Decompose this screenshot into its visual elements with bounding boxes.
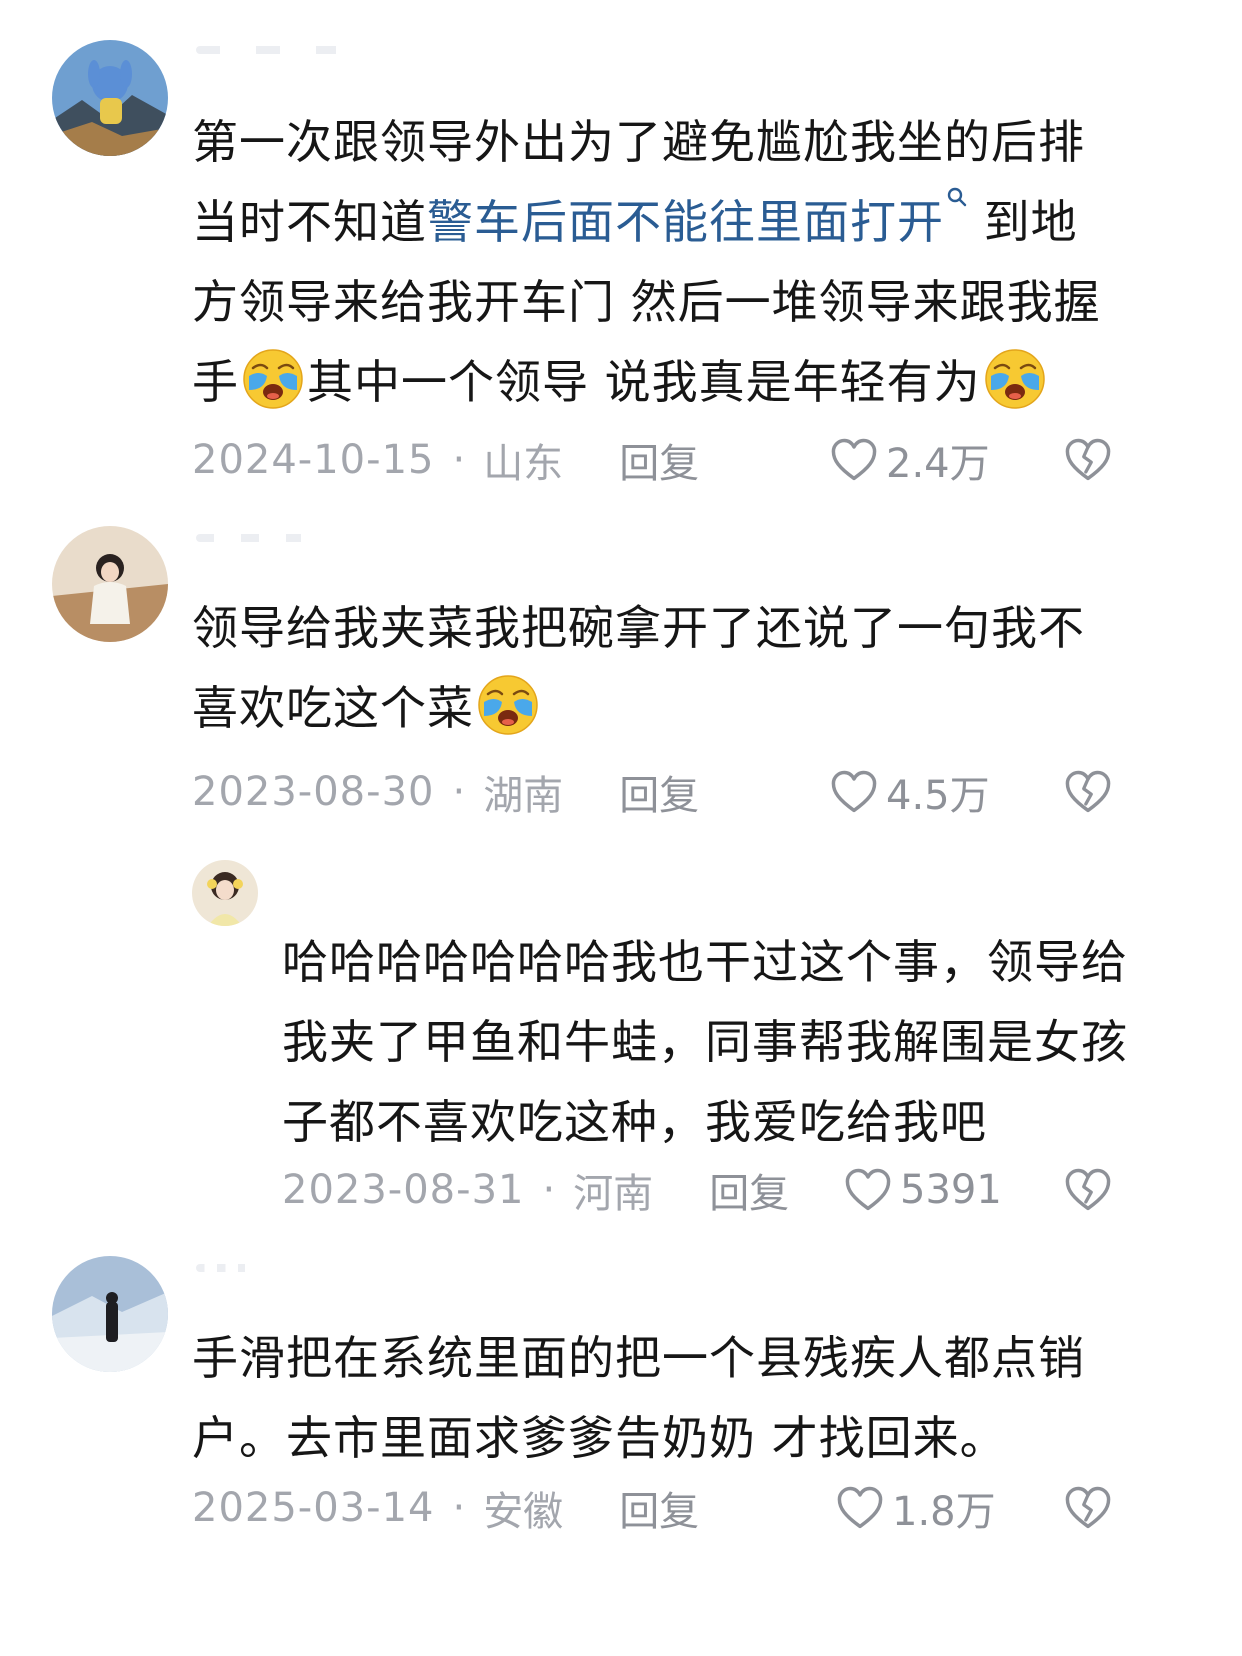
username[interactable] [196, 46, 396, 54]
comment-text-end: 其中一个领导 说我真是年轻有为 [307, 355, 981, 409]
like-count: 2.4万 [886, 441, 990, 487]
separator-dot: · [452, 437, 466, 483]
avatar[interactable] [52, 40, 168, 156]
like-button[interactable]: 1.8万 [834, 1480, 996, 1536]
comment-date: 2023-08-30 [192, 769, 435, 815]
avatar-image [52, 40, 168, 156]
comment-1: 第一次跟领导外出为了避免尴尬我坐的后排当时不知道警车后面不能往里面打开 到地方领… [0, 0, 1242, 510]
dislike-button[interactable] [1062, 1482, 1114, 1538]
comment-location: 安徽 [483, 1489, 564, 1535]
comment-location: 河南 [573, 1171, 654, 1217]
username[interactable] [196, 1264, 266, 1272]
heart-icon [828, 434, 880, 486]
broken-heart-icon [1062, 766, 1114, 818]
broken-heart-icon [1062, 1164, 1114, 1216]
comment-text: 手滑把在系统里面的把一个县残疾人都点销户。去市里面求爹爹告奶奶 才找回来。 [192, 1318, 1122, 1478]
separator-dot: · [452, 1485, 466, 1531]
comment-meta: 2025-03-14 · 安徽 回复 [192, 1480, 699, 1536]
comment-text: 第一次跟领导外出为了避免尴尬我坐的后排当时不知道警车后面不能往里面打开 到地方领… [192, 102, 1122, 422]
heart-icon [828, 766, 880, 818]
comment-2: 领导给我夹菜我把碗拿开了还说了一句我不喜欢吃这个菜 2023-08-30 · 湖… [0, 510, 1242, 830]
comment-text-content: 哈哈哈哈哈哈哈我也干过这个事，领导给我夹了甲鱼和牛蛙，同事帮我解围是女孩子都不喜… [282, 935, 1128, 1149]
comment-location: 山东 [483, 441, 564, 487]
separator-dot: · [542, 1167, 556, 1213]
comment-text-content: 手滑把在系统里面的把一个县残疾人都点销户。去市里面求爹爹告奶奶 才找回来。 [192, 1331, 1085, 1465]
like-button[interactable]: 5391 [842, 1162, 1002, 1218]
like-count: 5391 [900, 1167, 1002, 1213]
crying-emoji-icon [476, 672, 540, 736]
like-button[interactable]: 2.4万 [828, 432, 990, 488]
search-link[interactable]: 警车后面不能往里面打开 [427, 187, 968, 249]
avatar-image [52, 1256, 168, 1372]
comment-4: 手滑把在系统里面的把一个县残疾人都点销户。去市里面求爹爹告奶奶 才找回来。 20… [0, 1250, 1242, 1656]
comment-date: 2025-03-14 [192, 1485, 435, 1531]
comment-location: 湖南 [483, 773, 564, 819]
separator-dot: · [452, 769, 466, 815]
broken-heart-icon [1062, 434, 1114, 486]
comment-text-content: 领导给我夹菜我把碗拿开了还说了一句我不喜欢吃这个菜 [192, 601, 1085, 735]
dislike-button[interactable] [1062, 1164, 1114, 1220]
crying-emoji-icon [241, 346, 305, 410]
comment-meta: 2023-08-31 · 河南 回复 [282, 1162, 789, 1218]
heart-icon [834, 1482, 886, 1534]
heart-icon [842, 1164, 894, 1216]
reply-button[interactable]: 回复 [619, 763, 699, 821]
avatar[interactable] [192, 860, 258, 926]
avatar-image [192, 860, 258, 926]
like-count: 1.8万 [892, 1489, 996, 1535]
broken-heart-icon [1062, 1482, 1114, 1534]
avatar[interactable] [52, 526, 168, 642]
avatar-image [52, 526, 168, 642]
reply-comment: 哈哈哈哈哈哈哈我也干过这个事，领导给我夹了甲鱼和牛蛙，同事帮我解围是女孩子都不喜… [0, 830, 1242, 1250]
like-button[interactable]: 4.5万 [828, 764, 990, 820]
comment-text: 领导给我夹菜我把碗拿开了还说了一句我不喜欢吃这个菜 [192, 588, 1102, 748]
dislike-button[interactable] [1062, 434, 1114, 490]
comment-date: 2024-10-15 [192, 437, 435, 483]
crying-emoji-icon [983, 346, 1047, 410]
avatar[interactable] [52, 1256, 168, 1372]
search-icon [947, 187, 967, 207]
comment-text: 哈哈哈哈哈哈哈我也干过这个事，领导给我夹了甲鱼和牛蛙，同事帮我解围是女孩子都不喜… [282, 922, 1132, 1162]
username[interactable] [196, 534, 346, 542]
comment-meta: 2024-10-15 · 山东 回复 [192, 432, 699, 488]
reply-button[interactable]: 回复 [709, 1161, 789, 1219]
reply-button[interactable]: 回复 [619, 1479, 699, 1537]
dislike-button[interactable] [1062, 766, 1114, 822]
like-count: 4.5万 [886, 773, 990, 819]
comment-date: 2023-08-31 [282, 1167, 525, 1213]
reply-button[interactable]: 回复 [619, 431, 699, 489]
comment-meta: 2023-08-30 · 湖南 回复 [192, 764, 699, 820]
